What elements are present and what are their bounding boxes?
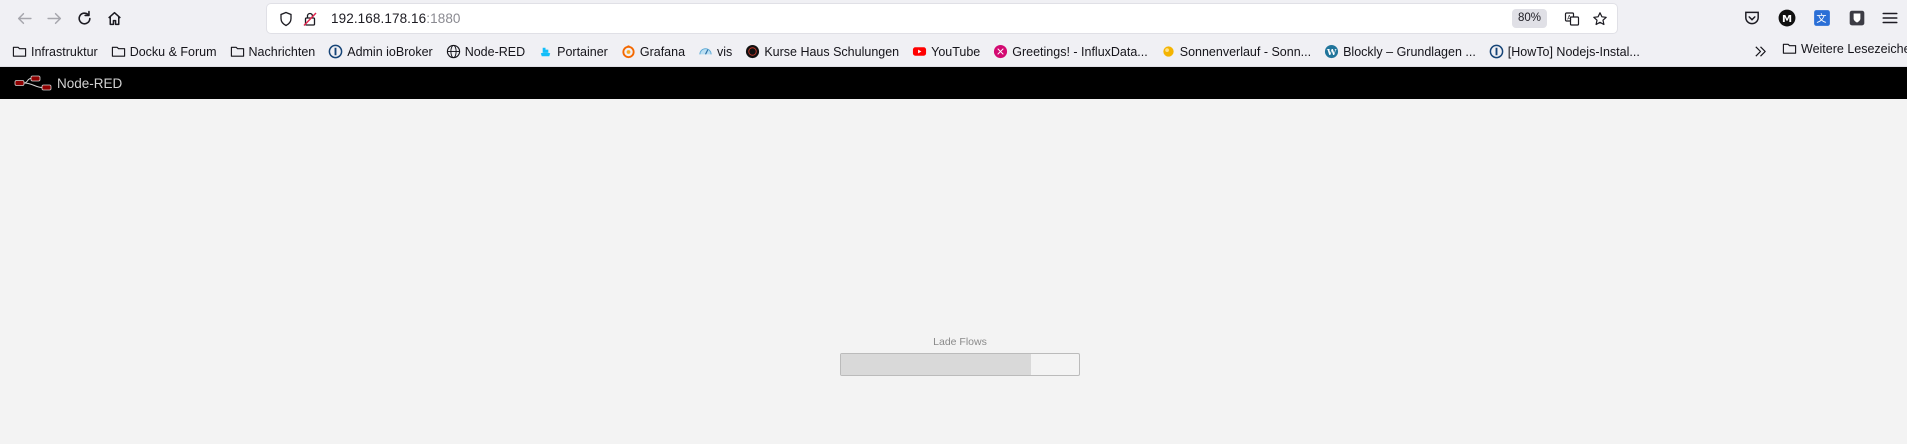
dark-circle-icon [745, 44, 760, 59]
bookmark-item[interactable]: Node-RED [442, 41, 529, 63]
reload-icon [77, 10, 91, 25]
portainer-icon [538, 44, 553, 59]
bookmark-item[interactable]: Kurse Haus Schulungen [741, 41, 903, 63]
bookmark-label: Portainer [557, 44, 608, 59]
bookmark-label: Blockly – Grundlagen ... [1343, 44, 1476, 59]
translator-extension-icon[interactable]: 文 [1812, 8, 1832, 28]
grafana-icon [621, 44, 636, 59]
svg-text:M: M [1782, 14, 1792, 25]
arrow-left-icon [17, 12, 32, 25]
iobroker-icon [328, 44, 343, 59]
insecure-lock-icon[interactable] [301, 10, 319, 28]
bookmarks-toolbar: Infrastruktur Docku & Forum Nachrichten … [0, 37, 1907, 67]
url-host: 192.168.178.16 [331, 11, 427, 26]
bookmark-label: Infrastruktur [31, 44, 98, 59]
reload-button[interactable] [70, 5, 98, 33]
bookmark-item[interactable]: Nachrichten [226, 41, 320, 63]
bookmark-item[interactable]: Sonnenverlauf - Sonn... [1157, 41, 1315, 63]
forward-button[interactable] [40, 5, 68, 33]
bookmark-label: Grafana [639, 44, 686, 59]
loading-label: Lade Flows [933, 336, 987, 348]
bookmark-item[interactable]: Portainer [534, 41, 612, 63]
svg-text:W: W [1326, 47, 1337, 57]
bookmark-item[interactable]: Grafana [617, 41, 689, 63]
bookmark-label: [HowTo] Nodejs-Instal... [1507, 44, 1640, 59]
bookmark-item[interactable]: Admin ioBroker [324, 41, 436, 63]
bookmark-item[interactable]: vis [694, 41, 736, 63]
nodered-header: Node-RED [0, 67, 1907, 99]
svg-text:文: 文 [1816, 12, 1826, 25]
bookmark-item[interactable]: Docku & Forum [107, 41, 221, 63]
url-text[interactable]: 192.168.178.16:1880 [331, 11, 461, 26]
bookmark-item[interactable]: W Blockly – Grundlagen ... [1320, 41, 1480, 63]
sun-icon [1161, 44, 1176, 59]
bookmark-label: vis [717, 44, 733, 59]
bookmarks-overflow-chevron-icon[interactable] [1750, 41, 1770, 61]
youtube-icon [912, 44, 927, 59]
other-bookmarks-folder[interactable]: Weitere Lesezeichen [1782, 41, 1907, 56]
bookmark-label: Greetings! - InfluxData... [1012, 44, 1148, 59]
account-m-icon[interactable]: M [1777, 8, 1797, 28]
folder-icon [111, 44, 126, 59]
bookmark-item[interactable]: [HowTo] Nodejs-Instal... [1485, 41, 1644, 63]
bookmark-label: Docku & Forum [129, 44, 217, 59]
bookmark-label: Sonnenverlauf - Sonn... [1179, 44, 1312, 59]
translate-icon[interactable]: A [1562, 9, 1581, 28]
menu-hamburger-icon[interactable] [1880, 8, 1900, 28]
browser-toolbar: 192.168.178.16:1880 80% A M 文 [0, 0, 1907, 37]
bookmark-item[interactable]: YouTube [908, 41, 984, 63]
zoom-level-badge[interactable]: 80% [1511, 9, 1547, 28]
nodered-workspace [0, 99, 1907, 444]
bookmark-label: Node-RED [464, 44, 526, 59]
loading-progress-fill [841, 354, 1032, 375]
nodered-logo-icon [14, 74, 54, 92]
vis-icon [698, 44, 713, 59]
bookmark-item[interactable]: Infrastruktur [8, 41, 102, 63]
bookmark-label: Nachrichten [248, 44, 316, 59]
wordpress-icon: W [1324, 44, 1339, 59]
folder-icon [230, 44, 245, 59]
bitwarden-icon[interactable] [1847, 8, 1867, 28]
folder-icon [12, 44, 27, 59]
pocket-icon[interactable] [1742, 8, 1762, 28]
bookmark-label: YouTube [931, 44, 981, 59]
star-bookmark-icon[interactable] [1590, 9, 1609, 28]
shield-icon[interactable] [277, 10, 295, 28]
iobroker-icon [1489, 44, 1504, 59]
other-bookmarks-label: Weitere Lesezeichen [1801, 41, 1907, 56]
loading-progress-bar [840, 353, 1080, 376]
bookmark-label: Kurse Haus Schulungen [764, 44, 900, 59]
influxdb-icon [993, 44, 1008, 59]
nodered-title: Node-RED [57, 75, 123, 91]
globe-icon [446, 44, 461, 59]
bookmark-label: Admin ioBroker [347, 44, 433, 59]
back-button[interactable] [10, 5, 38, 33]
arrow-right-icon [46, 12, 61, 25]
url-bar[interactable]: 192.168.178.16:1880 80% A [267, 4, 1617, 33]
home-button[interactable] [100, 5, 128, 33]
url-port: :1880 [426, 11, 461, 26]
home-icon [107, 11, 121, 26]
bookmark-item[interactable]: Greetings! - InfluxData... [989, 41, 1151, 63]
folder-icon [1782, 41, 1797, 56]
